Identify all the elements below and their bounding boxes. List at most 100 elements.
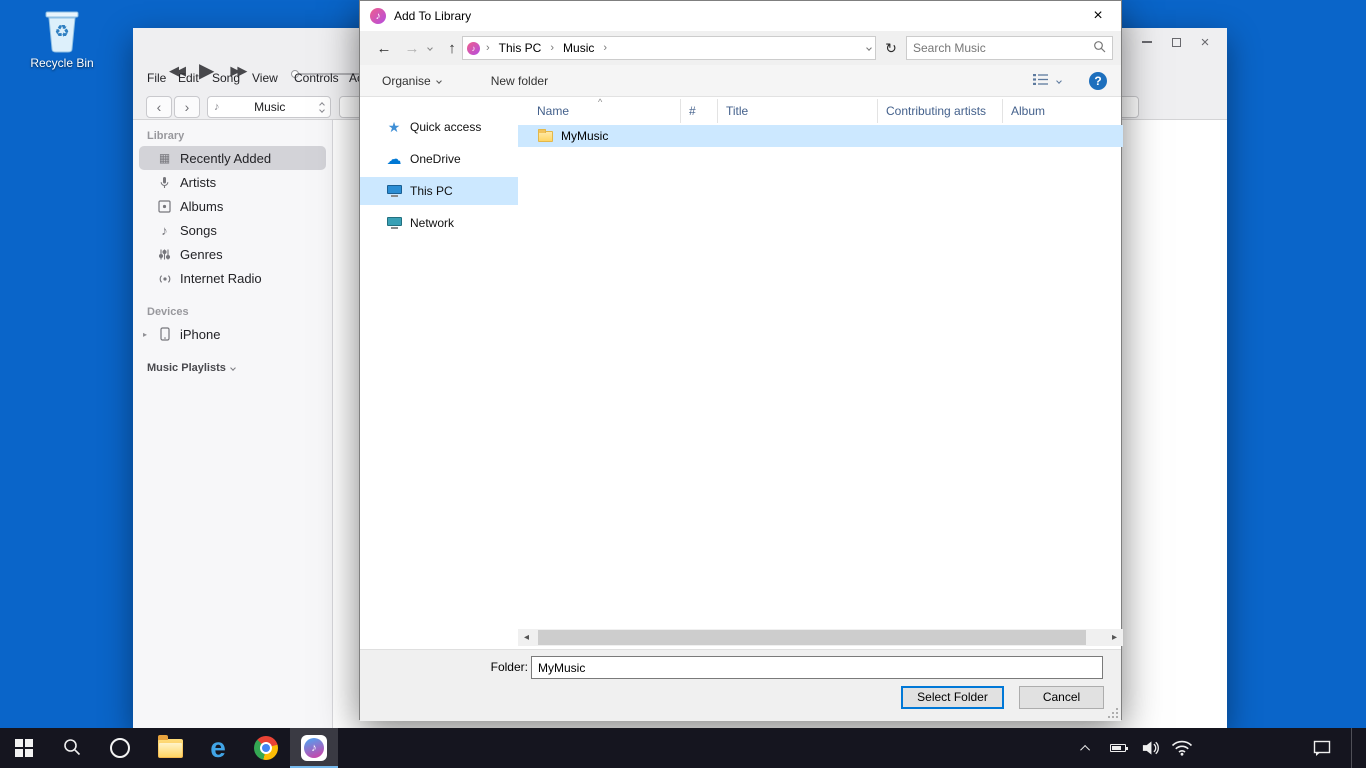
search-icon xyxy=(62,737,82,760)
scroll-right-button[interactable]: ▸ xyxy=(1106,629,1123,646)
recent-locations-chevron-icon[interactable] xyxy=(427,45,433,51)
place-label: Network xyxy=(410,216,454,230)
place-onedrive[interactable]: ☁ OneDrive xyxy=(360,145,518,173)
battery-icon[interactable] xyxy=(1107,728,1129,768)
place-this-pc[interactable]: This PC xyxy=(360,177,518,205)
help-button[interactable]: ? xyxy=(1089,72,1107,90)
cancel-button[interactable]: Cancel xyxy=(1019,686,1104,709)
music-playlists-heading[interactable]: Music Playlists xyxy=(147,362,332,374)
speaker-icon[interactable] xyxy=(1139,728,1161,768)
new-folder-label: New folder xyxy=(491,74,548,88)
column-title[interactable]: Title xyxy=(718,99,878,123)
organise-button[interactable]: Organise xyxy=(382,74,441,88)
sidebar-item-songs[interactable]: ♪ Songs xyxy=(139,218,326,242)
devices-heading: Devices xyxy=(147,306,332,318)
new-folder-button[interactable]: New folder xyxy=(491,74,548,88)
sidebar-item-iphone[interactable]: ▸ iPhone xyxy=(139,322,326,346)
menu-song[interactable]: Song xyxy=(212,71,240,85)
search-icon xyxy=(1093,40,1112,56)
chrome-button[interactable] xyxy=(242,728,290,768)
file-explorer-icon xyxy=(158,739,183,758)
sidebar-item-albums[interactable]: Albums xyxy=(139,194,326,218)
scrollbar-thumb[interactable] xyxy=(538,630,1086,645)
file-list: ^ Name # Title Contributing artists Albu… xyxy=(518,97,1123,649)
folder-name-input[interactable] xyxy=(531,656,1103,679)
dialog-close-icon[interactable]: × xyxy=(1075,1,1121,31)
breadcrumb-separator: › xyxy=(601,42,609,54)
navigation-pane: ★ Quick access ☁ OneDrive This PC xyxy=(360,97,518,649)
selector-spinner-icon[interactable] xyxy=(320,103,324,112)
system-tray xyxy=(1075,728,1366,768)
column-label: Title xyxy=(726,104,748,118)
place-network[interactable]: Network xyxy=(360,209,518,237)
column-headers: ^ Name # Title Contributing artists Albu… xyxy=(518,99,1123,123)
horizontal-scrollbar[interactable]: ◂ ▸ xyxy=(518,629,1123,646)
views-chevron-icon[interactable] xyxy=(1056,78,1062,84)
file-name: MyMusic xyxy=(561,129,608,143)
sidebar-item-recently-added[interactable]: ▦ Recently Added xyxy=(139,146,326,170)
column-album[interactable]: Album xyxy=(1003,99,1123,123)
tray-overflow-chevron-icon[interactable] xyxy=(1075,728,1097,768)
search-input[interactable] xyxy=(907,41,1093,55)
chevron-down-icon xyxy=(230,365,236,371)
column-name[interactable]: ^ Name xyxy=(518,99,681,123)
wifi-icon[interactable] xyxy=(1171,728,1193,768)
menu-file[interactable]: File xyxy=(147,71,166,85)
column-label: Contributing artists xyxy=(886,104,986,118)
address-bar[interactable]: ♪ › This PC › Music › xyxy=(462,36,876,60)
itunes-back-button[interactable]: ‹ xyxy=(146,96,172,118)
sidebar-item-label: Albums xyxy=(180,199,223,214)
maximize-icon[interactable] xyxy=(1168,34,1184,50)
expander-icon[interactable]: ▸ xyxy=(143,330,147,339)
itunes-forward-button[interactable]: › xyxy=(174,96,200,118)
file-row-mymusic[interactable]: MyMusic xyxy=(518,125,1123,147)
menu-edit[interactable]: Edit xyxy=(178,71,199,85)
forward-button[interactable]: → xyxy=(402,40,422,57)
resize-grip[interactable] xyxy=(1107,707,1119,719)
dialog-titlebar[interactable]: ♪ Add To Library × xyxy=(360,1,1121,31)
recycle-bin[interactable]: ♻ Recycle Bin xyxy=(22,6,102,70)
column-number[interactable]: # xyxy=(681,99,718,123)
sidebar-item-label: iPhone xyxy=(180,327,220,342)
cortana-button[interactable] xyxy=(96,728,144,768)
scroll-left-button[interactable]: ◂ xyxy=(518,629,535,646)
dialog-footer: Folder: Select Folder Cancel xyxy=(360,649,1121,721)
sidebar-item-label: Genres xyxy=(180,247,223,262)
start-button[interactable] xyxy=(0,728,48,768)
file-explorer-button[interactable] xyxy=(146,728,194,768)
up-button[interactable]: ↑ xyxy=(442,40,462,57)
itunes-location-icon: ♪ xyxy=(467,42,480,55)
minimize-icon[interactable] xyxy=(1139,34,1155,50)
sidebar-item-artists[interactable]: Artists xyxy=(139,170,326,194)
taskbar-search-button[interactable] xyxy=(48,728,96,768)
taskbar: e ♪ xyxy=(0,728,1366,768)
close-icon[interactable]: × xyxy=(1197,34,1213,50)
place-quick-access[interactable]: ★ Quick access xyxy=(360,113,518,141)
grid-icon: ▦ xyxy=(157,151,172,165)
edge-button[interactable]: e xyxy=(194,728,242,768)
refresh-button[interactable]: ↻ xyxy=(881,36,901,60)
media-kind-selector[interactable]: ♪ Music xyxy=(207,96,331,118)
itunes-sidebar: Library ▦ Recently Added Artists Albums xyxy=(133,120,333,728)
breadcrumb-music[interactable]: Music xyxy=(560,41,597,55)
breadcrumb-this-pc[interactable]: This PC xyxy=(496,41,545,55)
show-desktop-button[interactable] xyxy=(1351,728,1356,768)
address-dropdown-chevron-icon[interactable] xyxy=(866,45,872,51)
select-folder-button[interactable]: Select Folder xyxy=(901,686,1004,709)
change-view-button-icon[interactable] xyxy=(1032,73,1049,89)
sidebar-item-internet-radio[interactable]: Internet Radio xyxy=(139,266,326,290)
menu-controls[interactable]: Controls xyxy=(294,71,339,85)
itunes-icon: ♪ xyxy=(301,735,327,761)
menu-view[interactable]: View xyxy=(252,71,278,85)
media-kind-value: Music xyxy=(226,100,315,114)
column-contributing-artists[interactable]: Contributing artists xyxy=(878,99,1003,123)
action-center-icon[interactable] xyxy=(1311,728,1333,768)
search-box xyxy=(906,36,1113,60)
scrollbar-track[interactable] xyxy=(535,629,1106,646)
itunes-window-controls: × xyxy=(1139,34,1213,50)
windows-logo-icon xyxy=(15,739,33,757)
sidebar-item-genres[interactable]: Genres xyxy=(139,242,326,266)
back-button[interactable]: ← xyxy=(374,40,394,57)
organise-label: Organise xyxy=(382,74,431,88)
itunes-taskbar-button[interactable]: ♪ xyxy=(290,728,338,768)
